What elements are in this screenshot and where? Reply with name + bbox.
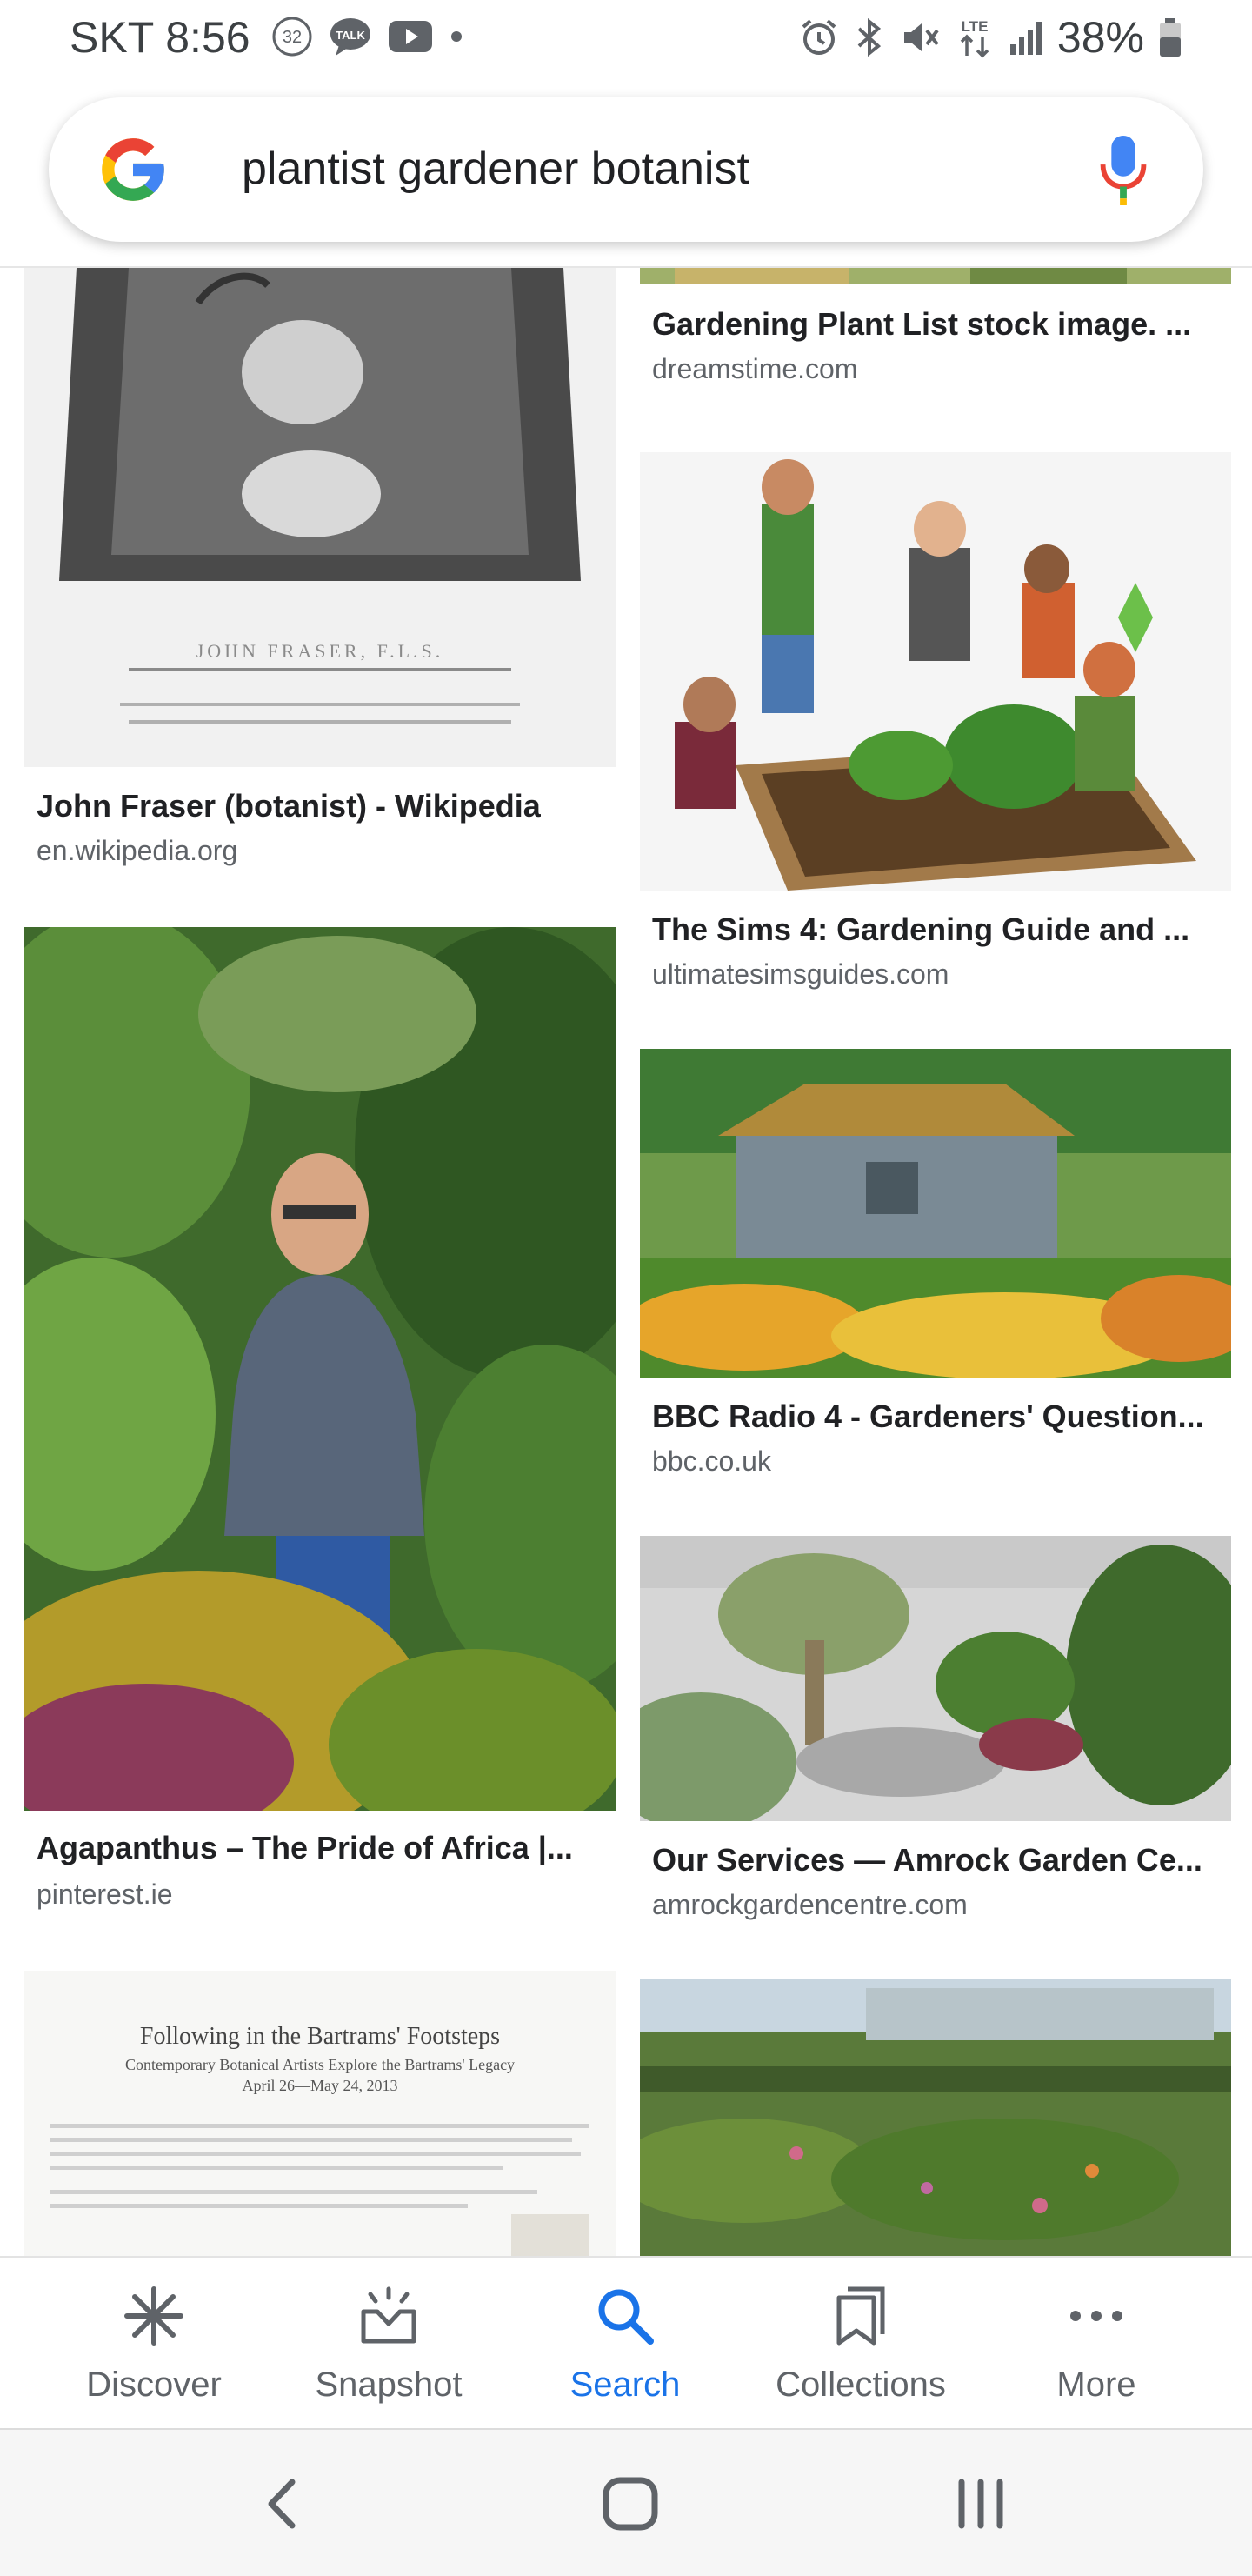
clock: 8:56	[165, 13, 250, 62]
result-title[interactable]: Our Services — Amrock Garden Ce...	[652, 1842, 1226, 1879]
engraving-caption: JOHN FRASER, F.L.S.	[196, 640, 444, 662]
result-thumbnail[interactable]	[24, 927, 616, 1811]
result-title[interactable]: BBC Radio 4 - Gardeners' Question...	[652, 1398, 1226, 1435]
talk-icon: TALK	[330, 18, 370, 56]
status-time: SKT 8:56	[70, 12, 250, 63]
snapshot-icon	[361, 2286, 416, 2344]
carrier-label: SKT	[70, 13, 154, 62]
result-thumbnail[interactable]	[640, 268, 1231, 284]
result-source: bbc.co.uk	[652, 1445, 771, 1477]
result-thumbnail[interactable]	[640, 452, 1231, 891]
status-bar: SKT 8:56 32 TALK LTE 38%	[0, 0, 1252, 78]
result-card[interactable]: Agapanthus – The Pride of Africa |... pi…	[24, 927, 616, 1910]
signal-icon	[1009, 22, 1042, 55]
youtube-icon	[389, 21, 432, 52]
mic-icon[interactable]	[1099, 134, 1148, 205]
result-card[interactable]: JOHN FRASER, F.L.S. John Fraser (botanis…	[24, 268, 616, 877]
search-icon	[598, 2289, 654, 2345]
result-card[interactable]: Our Services — Amrock Garden Ce... amroc…	[640, 1536, 1231, 1953]
engraving-portrait-image: JOHN FRASER, F.L.S.	[24, 268, 616, 767]
more-notifications-dot-icon	[451, 31, 462, 42]
poster-subheading: Contemporary Botanical Artists Explore t…	[125, 2056, 515, 2073]
gardener-portrait-image	[24, 927, 616, 1811]
result-thumbnail[interactable]	[640, 1049, 1231, 1378]
asterisk-icon	[124, 2286, 183, 2346]
more-dots-icon	[1070, 2311, 1122, 2321]
garden-centre-image	[640, 1536, 1231, 1821]
notification-count: 32	[283, 28, 302, 47]
nav-more[interactable]: More	[979, 2258, 1214, 2430]
result-thumbnail[interactable]: JOHN FRASER, F.L.S.	[24, 268, 616, 767]
lte-icon: LTE	[960, 18, 989, 58]
result-source: amrockgardencentre.com	[652, 1889, 968, 1920]
google-g-logo	[102, 138, 164, 201]
result-title[interactable]: John Fraser (botanist) - Wikipedia	[37, 788, 610, 824]
battery-icon	[1160, 18, 1181, 57]
nursery-plants-image	[640, 1979, 1231, 2256]
poster-dates: April 26—May 24, 2013	[243, 2077, 398, 2094]
result-card[interactable]	[640, 1979, 1231, 2256]
system-navigation-bar	[0, 2428, 1252, 2576]
nav-snapshot[interactable]: Snapshot	[271, 2258, 506, 2430]
nav-discover[interactable]: Discover	[37, 2258, 271, 2430]
result-source: pinterest.ie	[37, 1879, 173, 1910]
result-title[interactable]: Gardening Plant List stock image. ...	[652, 306, 1226, 343]
result-thumbnail[interactable]	[640, 1979, 1231, 2256]
bluetooth-icon	[857, 17, 882, 57]
result-title[interactable]: The Sims 4: Gardening Guide and ...	[652, 911, 1226, 948]
network-type: LTE	[961, 18, 988, 35]
notification-count-icon: 32	[272, 17, 312, 57]
result-card[interactable]: The Sims 4: Gardening Guide and ... ulti…	[640, 452, 1231, 1009]
notification-icons: 32 TALK	[271, 16, 464, 57]
bottom-navigation: Discover Snapshot Search Collections Mor…	[0, 2256, 1252, 2430]
result-card[interactable]: Following in the Bartrams' Footsteps Con…	[24, 1971, 616, 2256]
result-thumbnail[interactable]: Following in the Bartrams' Footsteps Con…	[24, 1971, 616, 2256]
result-card[interactable]: BBC Radio 4 - Gardeners' Question... bbc…	[640, 1049, 1231, 1501]
search-query[interactable]: plantist gardener botanist	[242, 143, 749, 195]
back-icon[interactable]	[249, 2473, 318, 2534]
nav-label: Discover	[86, 2366, 222, 2404]
nav-label: More	[1056, 2366, 1136, 2404]
nav-search[interactable]: Search	[508, 2258, 743, 2430]
exhibition-poster-image: Following in the Bartrams' Footsteps Con…	[24, 1971, 616, 2256]
nav-label: Snapshot	[315, 2366, 463, 2404]
talk-label: TALK	[336, 29, 365, 42]
home-icon[interactable]	[596, 2473, 665, 2534]
nav-label: Collections	[776, 2366, 946, 2404]
result-source: en.wikipedia.org	[37, 835, 238, 866]
sims-gardening-image	[640, 452, 1231, 891]
nav-collections[interactable]: Collections	[743, 2258, 978, 2430]
alarm-icon	[802, 19, 836, 55]
search-bar[interactable]: plantist gardener botanist	[49, 97, 1203, 242]
result-thumbnail[interactable]	[640, 1536, 1231, 1821]
result-title[interactable]: Agapanthus – The Pride of Africa |...	[37, 1830, 610, 1866]
garden-shed-image	[640, 1049, 1231, 1378]
result-source: ultimatesimsguides.com	[652, 958, 949, 990]
mute-icon	[903, 23, 939, 51]
recent-apps-icon[interactable]	[946, 2473, 1016, 2534]
system-status-icons: LTE 38%	[798, 12, 1182, 63]
plant-list-image	[640, 268, 1231, 284]
nav-label: Search	[569, 2366, 681, 2404]
battery-percent: 38%	[1056, 13, 1144, 62]
poster-heading: Following in the Bartrams' Footsteps	[140, 2023, 500, 2050]
image-results-grid: JOHN FRASER, F.L.S. John Fraser (botanis…	[0, 268, 1252, 2256]
result-source: dreamstime.com	[652, 353, 858, 384]
collections-icon	[836, 2286, 885, 2346]
result-card[interactable]: Gardening Plant List stock image. ... dr…	[640, 268, 1231, 414]
